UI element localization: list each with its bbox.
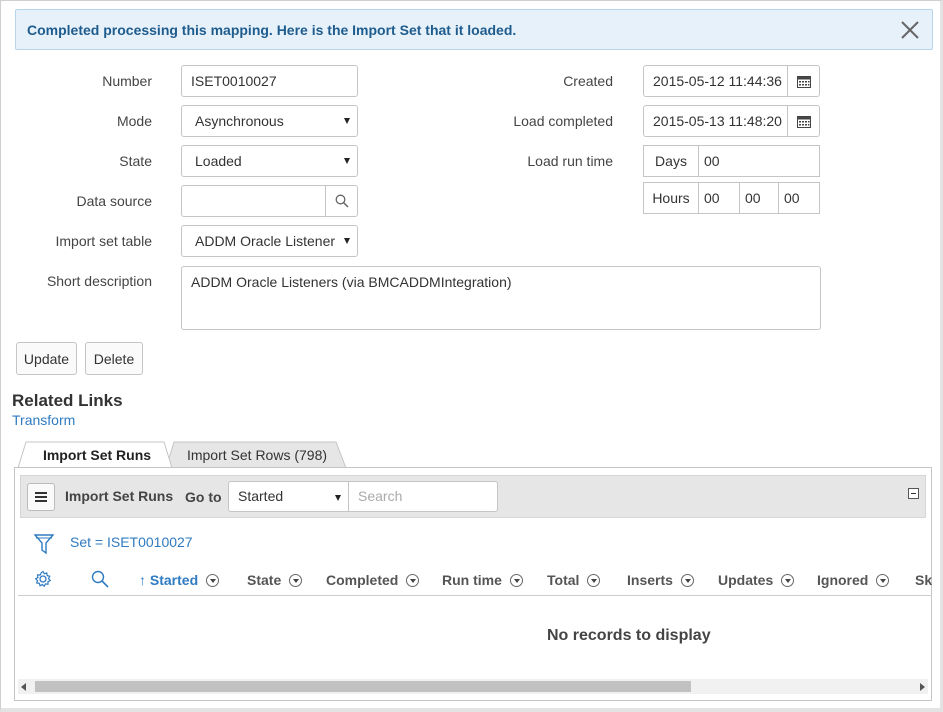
chevron-down-icon [344,118,350,124]
column-menu-icon[interactable] [781,574,795,587]
number-field[interactable]: ISET0010027 [181,65,358,97]
column-header-skipped[interactable]: Sk [915,572,932,588]
delete-button[interactable]: Delete [85,342,143,375]
lookup-button[interactable] [325,185,358,217]
mode-select[interactable]: Asynchronous [181,105,358,137]
related-links-heading: Related Links [12,391,123,410]
state-value: Loaded [195,153,242,169]
column-label: State [247,572,282,588]
column-menu-icon[interactable] [406,574,420,587]
created-label: Created [563,73,613,89]
short-description-field[interactable]: ADDM Oracle Listeners (via BMCADDMIntegr… [181,266,821,330]
created-field[interactable]: 2015-05-12 11:44:36 [643,65,788,97]
sort-arrow-up-icon: ↑ [139,572,146,588]
header-divider [18,595,932,596]
hours-label: Hours [643,182,699,214]
column-label: Started [149,572,199,588]
goto-field-select[interactable]: Started [228,481,349,512]
goto-label: Go to [185,489,222,505]
hamburger-icon [35,492,47,502]
number-label: Number [102,73,152,89]
list-header-bar: Import Set Runs Go to Started Search [20,475,926,518]
filter-breadcrumb[interactable]: Set = ISET0010027 [70,534,193,550]
tab-import-set-runs[interactable]: Import Set Runs [26,442,168,469]
column-label: Run time [442,572,502,588]
load-run-time-label: Load run time [527,153,613,169]
column-header-started[interactable]: ↑ Started [139,572,220,588]
import-set-table-select[interactable]: ADDM Oracle Listeners [181,225,358,257]
mode-label: Mode [116,113,152,129]
column-header-state[interactable]: State [247,572,303,588]
column-header-inserts[interactable]: Inserts [627,572,694,588]
close-icon[interactable] [898,18,922,42]
column-header-completed[interactable]: Completed [326,572,420,588]
import-set-table-label: Import set table [55,233,153,249]
collapse-icon[interactable] [908,488,919,499]
column-label: Completed [326,572,399,588]
transform-link[interactable]: Transform [12,412,75,428]
column-menu-icon[interactable] [289,574,303,587]
column-menu-icon[interactable] [509,574,523,587]
list-search-input[interactable]: Search [348,481,498,512]
chevron-down-icon [344,158,350,164]
banner-message: Completed processing this mapping. Here … [27,22,517,38]
column-label: Ignored [817,572,869,588]
load-completed-calendar-button[interactable] [787,105,820,137]
state-label: State [119,153,152,169]
seconds-field[interactable]: 00 [778,182,820,214]
data-source-field[interactable] [181,185,326,217]
column-header-updates[interactable]: Updates [718,572,795,588]
column-header-total[interactable]: Total [547,572,601,588]
chevron-down-icon [344,238,350,244]
gear-icon[interactable] [34,570,52,588]
days-label: Days [643,145,699,177]
column-menu-icon[interactable] [206,574,220,587]
column-menu-icon[interactable] [876,574,890,587]
column-label: Inserts [627,572,673,588]
hours-field[interactable]: 00 [698,182,740,214]
search-icon[interactable] [91,570,109,588]
import-set-table-value: ADDM Oracle Listeners [195,233,335,249]
column-label: Total [547,572,580,588]
data-source-label: Data source [76,193,152,209]
scrollbar-thumb[interactable] [35,681,691,692]
calendar-icon [796,75,811,88]
column-label: Updates [718,572,774,588]
scroll-left-icon[interactable] [21,683,26,691]
update-button[interactable]: Update [16,342,77,375]
created-calendar-button[interactable] [787,65,820,97]
minutes-field[interactable]: 00 [739,182,779,214]
empty-list-message: No records to display [547,627,711,644]
filter-icon[interactable] [34,533,54,555]
column-menu-icon[interactable] [680,574,694,587]
info-banner: Completed processing this mapping. Here … [15,9,933,50]
short-description-label: Short description [46,273,152,289]
list-menu-button[interactable] [27,483,55,511]
tab-import-set-rows[interactable]: Import Set Rows (798) [172,442,342,469]
load-completed-label: Load completed [513,113,613,129]
days-field[interactable]: 00 [698,145,820,177]
search-icon [335,194,349,208]
list-title: Import Set Runs [65,488,174,504]
mode-value: Asynchronous [195,113,284,129]
state-select[interactable]: Loaded [181,145,358,177]
scroll-right-icon[interactable] [920,683,925,691]
column-header-ignored[interactable]: Ignored [817,572,890,588]
column-header-run-time[interactable]: Run time [442,572,523,588]
calendar-icon [796,115,811,128]
column-menu-icon[interactable] [587,574,601,587]
load-completed-field[interactable]: 2015-05-13 11:48:20 [643,105,788,137]
goto-field-value: Started [238,488,284,504]
horizontal-scrollbar[interactable] [18,679,928,694]
chevron-down-icon [335,495,341,501]
